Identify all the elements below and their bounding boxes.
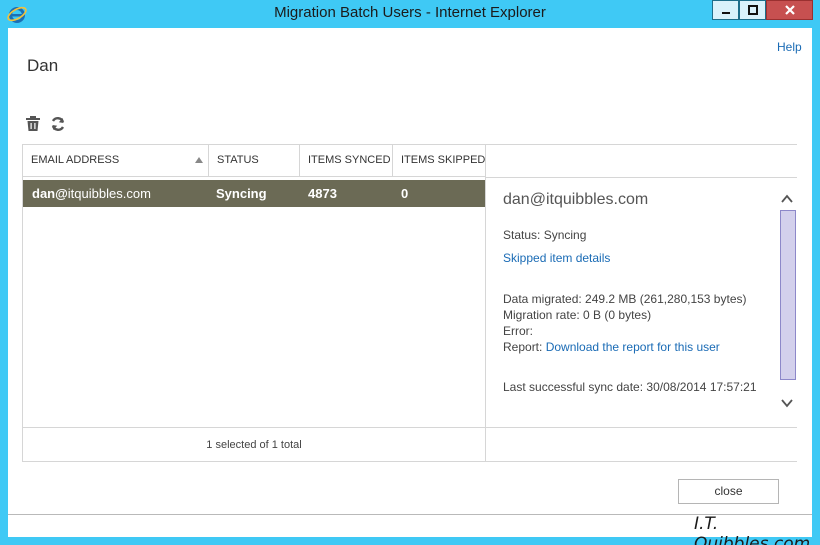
column-header-items-synced[interactable]: ITEMS SYNCED xyxy=(300,145,393,176)
detail-email: dan@itquibbles.com xyxy=(503,191,649,208)
minimize-icon xyxy=(721,12,730,14)
skipped-item-details-link[interactable]: Skipped item details xyxy=(503,251,610,265)
detail-last-sync-label: Last successful sync date: xyxy=(503,380,644,394)
window-title: Migration Batch Users - Internet Explore… xyxy=(274,4,546,21)
scrollbar-thumb[interactable] xyxy=(780,210,796,380)
trash-icon[interactable] xyxy=(24,115,42,133)
detail-last-sync: Last successful sync date: 30/08/2014 17… xyxy=(503,380,757,394)
maximize-icon xyxy=(747,5,758,15)
download-report-link[interactable]: Download the report for this user xyxy=(546,340,720,354)
column-header-status[interactable]: STATUS xyxy=(209,145,300,176)
column-header-items-skipped[interactable]: ITEMS SKIPPED xyxy=(393,145,485,176)
detail-migration-rate-value: 0 B (0 bytes) xyxy=(583,308,652,322)
detail-report-label: Report: xyxy=(503,340,543,354)
cell-items-skipped: 0 xyxy=(401,186,409,201)
status-bar xyxy=(8,514,812,537)
detail-status-label: Status: xyxy=(503,228,541,242)
sort-ascending-icon xyxy=(195,157,203,163)
table-row-selected[interactable]: dan@itquibbles.com Syncing 4873 0 xyxy=(23,180,485,207)
detail-error-label: Error: xyxy=(503,324,533,338)
cell-status: Syncing xyxy=(216,186,267,201)
divider xyxy=(486,427,797,428)
selection-count: 1 selected of 1 total xyxy=(23,427,485,461)
title-bar[interactable]: Migration Batch Users - Internet Explore… xyxy=(0,0,820,28)
window-close-button[interactable] xyxy=(766,0,813,20)
page-title: Dan xyxy=(27,56,59,75)
refresh-icon[interactable] xyxy=(49,115,67,133)
detail-migration-rate: Migration rate: 0 B (0 bytes) xyxy=(503,308,651,322)
cell-email-domain: itquibbles.com xyxy=(67,186,151,201)
minimize-button[interactable] xyxy=(712,0,739,20)
detail-data-migrated: Data migrated: 249.2 MB (261,280,153 byt… xyxy=(503,292,746,306)
cell-email: dan@itquibbles.com xyxy=(32,180,151,207)
browser-window: Migration Batch Users - Internet Explore… xyxy=(0,0,820,545)
detail-status: Status: Syncing xyxy=(503,228,586,242)
watermark: I.T. Quibbles.com xyxy=(694,514,811,545)
scroll-up-chevron-icon[interactable] xyxy=(780,193,794,205)
close-button[interactable]: close xyxy=(678,479,779,504)
detail-report: Report: Download the report for this use… xyxy=(503,340,720,354)
detail-status-value: Syncing xyxy=(543,228,587,242)
scroll-down-chevron-icon[interactable] xyxy=(780,397,794,409)
detail-data-migrated-label: Data migrated: xyxy=(503,292,582,306)
cell-items-synced: 4873 xyxy=(308,186,337,201)
column-header-email[interactable]: EMAIL ADDRESS xyxy=(23,145,209,176)
detail-migration-rate-label: Migration rate: xyxy=(503,308,580,322)
detail-last-sync-value: 30/08/2014 17:57:21 xyxy=(646,380,757,394)
maximize-button[interactable] xyxy=(739,0,766,20)
close-icon xyxy=(784,5,795,15)
divider xyxy=(486,177,797,178)
list-header: EMAIL ADDRESS STATUS ITEMS SYNCED ITEMS … xyxy=(23,145,485,177)
detail-data-migrated-value: 249.2 MB (261,280,153 bytes) xyxy=(585,292,747,306)
cell-email-user: dan@ xyxy=(32,186,68,201)
user-details-panel: dan@itquibbles.com Status: Syncing Skipp… xyxy=(486,144,797,462)
migration-users-list: EMAIL ADDRESS STATUS ITEMS SYNCED ITEMS … xyxy=(22,144,486,462)
help-link[interactable]: Help xyxy=(777,40,802,54)
